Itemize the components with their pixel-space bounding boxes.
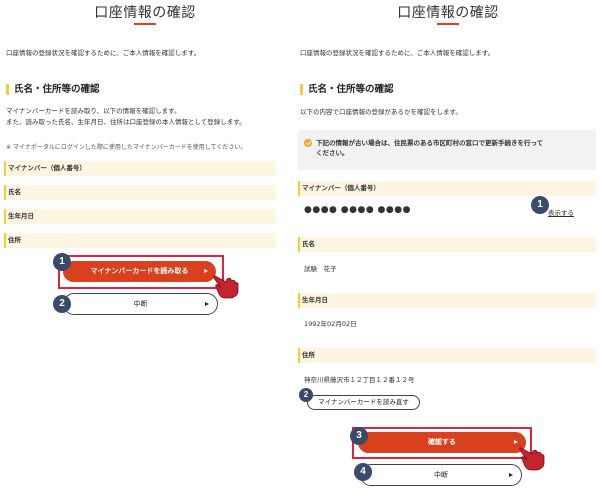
- field-name: 氏名: [4, 185, 276, 200]
- title-underline: [437, 23, 459, 25]
- chevron-right-icon: [514, 440, 518, 444]
- section-heading: 氏名・住所等の確認: [6, 83, 100, 96]
- chevron-right-icon: [205, 302, 209, 306]
- pointing-hand-icon: [519, 447, 545, 471]
- field-birthdate: 生年月日: [4, 209, 276, 224]
- field-name: 氏名: [298, 237, 596, 252]
- intro-text: 口座情報の登録状況を確認するために、ご本人情報を確認します。: [300, 49, 495, 57]
- field-address: 住所: [298, 348, 596, 363]
- description-text: 以下の内容で口座情報の登録があるかを確認をします。: [300, 108, 462, 116]
- section-heading: 氏名・住所等の確認: [300, 83, 394, 96]
- birthdate-value: 1992年02月02日: [304, 320, 357, 328]
- read-card-button-label: マイナンバーカードを読み取る: [90, 267, 189, 275]
- step-badge-1: 1: [531, 196, 549, 214]
- step-badge-3: 3: [350, 427, 368, 445]
- note-text: ※ マイナポータルにログインした際に使用したマイナンバーカードを使用してください…: [6, 144, 247, 151]
- confirm-button-label: 確認する: [428, 438, 456, 446]
- name-value: 試験 花子: [304, 265, 337, 273]
- field-birthdate: 生年月日: [298, 293, 596, 308]
- field-address: 住所: [4, 233, 276, 248]
- description-line-2: また、読み取った氏名、生年月日、住所は口座登録の本人情報として登録します。: [6, 118, 246, 126]
- cancel-button[interactable]: 中断: [63, 293, 218, 315]
- notice-line-1: 下記の情報が古い場合は、住民票のある市区町村の窓口で更新手続きを行って: [316, 139, 544, 147]
- left-screen: 口座情報の確認 口座情報の登録状況を確認するために、ご本人情報を確認します。 氏…: [0, 0, 290, 489]
- chevron-right-icon: [509, 473, 513, 477]
- notice-box: 下記の情報が古い場合は、住民票のある市区町村の窓口で更新手続きを行って ください…: [298, 130, 596, 170]
- field-mynumber: マイナンバー（個人番号）: [4, 161, 276, 176]
- field-mynumber: マイナンバー（個人番号）: [298, 181, 596, 196]
- intro-text: 口座情報の登録状況を確認するために、ご本人情報を確認します。: [6, 49, 201, 57]
- cancel-button[interactable]: 中断: [360, 464, 522, 486]
- page-title: 口座情報の確認: [94, 5, 196, 21]
- cancel-button-label: 中断: [434, 471, 448, 479]
- step-badge-1: 1: [53, 253, 71, 271]
- step-badge-2: 2: [53, 295, 71, 313]
- step-badge-4: 4: [354, 463, 372, 481]
- mynumber-masked-value: ●●●● ●●●● ●●●●: [304, 205, 411, 215]
- step-badge-2: 2: [299, 388, 313, 402]
- reread-card-button[interactable]: マイナンバーカードを読み直す: [307, 395, 420, 410]
- cancel-button-label: 中断: [133, 300, 148, 308]
- show-mynumber-link[interactable]: 表示する: [548, 207, 574, 217]
- confirm-button[interactable]: 確認する: [358, 432, 526, 453]
- title-underline: [134, 23, 156, 25]
- check-circle-icon: [304, 139, 312, 147]
- read-card-button[interactable]: マイナンバーカードを読み取る: [63, 261, 216, 282]
- address-value: 神奈川県藤沢市１２丁目１２番１２号: [304, 376, 415, 384]
- chevron-right-icon: [204, 269, 208, 273]
- right-screen: 口座情報の確認 口座情報の登録状況を確認するために、ご本人情報を確認します。 氏…: [296, 0, 600, 489]
- page-title: 口座情報の確認: [397, 5, 499, 21]
- pointing-hand-icon: [213, 275, 239, 299]
- description-line-1: マイナンバーカードを読み取り、以下の情報を確認します。: [6, 107, 181, 115]
- notice-line-2: ください。: [316, 149, 349, 158]
